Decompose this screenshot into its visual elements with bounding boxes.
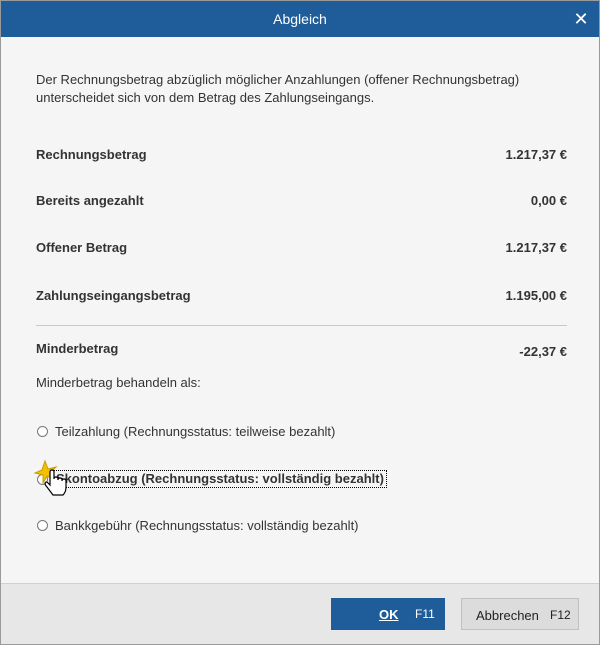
amount-value: 1.217,37 € (505, 147, 567, 162)
radio-label[interactable]: Bankkgebühr (Rechnungsstatus: vollständi… (55, 518, 359, 533)
difference-label: Minderbetrag (36, 341, 119, 356)
ok-button-label: OK (379, 607, 399, 622)
title-bar: Abgleich ✕ (1, 1, 599, 37)
amount-label: Offener Betrag (36, 240, 128, 255)
amount-value: 0,00 € (530, 193, 567, 208)
cancel-button-label: Abbrechen (476, 608, 539, 623)
cancel-button[interactable]: Abbrechen F12 (461, 598, 579, 630)
info-message: Der Rechnungsbetrag abzüglich möglicher … (36, 72, 520, 105)
hand-pointer-icon (33, 459, 67, 496)
dialog-content: Der Rechnungsbetrag abzüglich möglicher … (1, 37, 599, 583)
ok-shortcut: F11 (415, 607, 435, 621)
radio-label[interactable]: Teilzahlung (Rechnungsstatus: teilweise … (55, 424, 335, 439)
close-icon[interactable]: ✕ (563, 1, 599, 37)
window-title: Abgleich (273, 11, 327, 27)
handle-as-label: Minderbetrag behandeln als: (36, 375, 201, 390)
ok-button[interactable]: OK F11 (331, 598, 445, 630)
cancel-shortcut: F12 (550, 608, 571, 622)
radio-label[interactable]: Skontoabzug (Rechnungsstatus: vollständi… (53, 470, 387, 488)
amount-label: Bereits angezahlt (36, 193, 144, 208)
radio-circle[interactable] (37, 426, 48, 437)
amount-value: 1.217,37 € (505, 240, 567, 255)
button-bar: OK F11 Abbrechen F12 (1, 583, 599, 644)
radio-circle[interactable] (37, 520, 48, 531)
amount-label: Zahlungseingangsbetrag (36, 288, 191, 303)
amount-value: 1.195,00 € (505, 288, 567, 303)
amount-label: Rechnungsbetrag (36, 147, 147, 162)
difference-value: -22,37 € (519, 344, 567, 359)
abgleich-dialog: Abgleich ✕ Der Rechnungsbetrag abzüglich… (0, 0, 600, 645)
divider (36, 325, 567, 326)
